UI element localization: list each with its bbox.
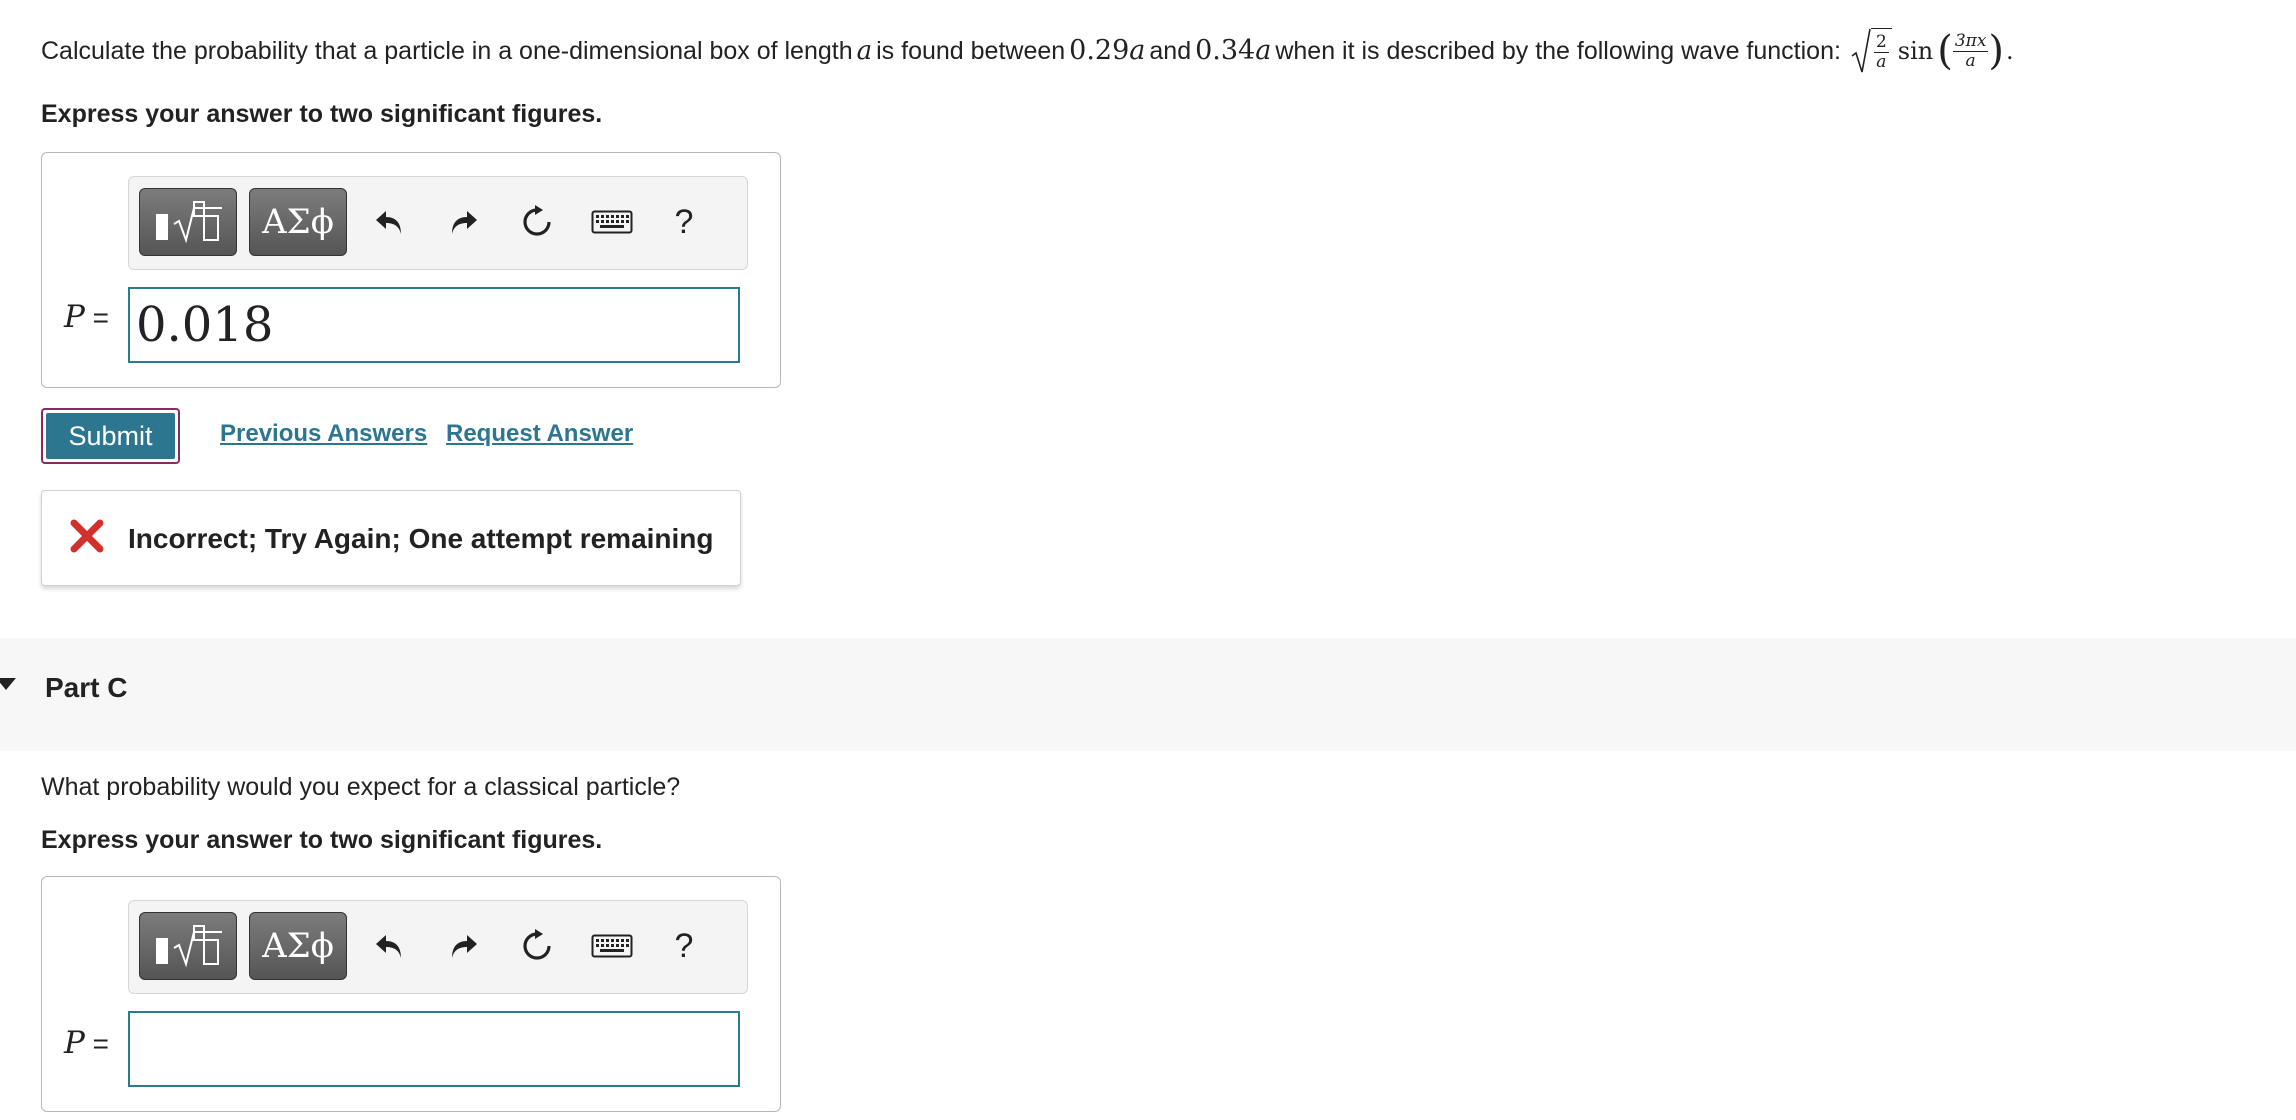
- request-answer-link[interactable]: Request Answer: [446, 420, 633, 448]
- part-c-header[interactable]: Part C: [0, 638, 2296, 751]
- reset-icon[interactable]: [512, 197, 562, 247]
- question-text: Calculate the probability that a particl…: [41, 28, 2014, 74]
- templates-icon: [156, 201, 222, 244]
- help-button[interactable]: ?: [659, 197, 709, 247]
- part-c-question: What probability would you expect for a …: [41, 773, 681, 801]
- sqrt-sign-icon: [1851, 28, 1871, 73]
- submit-button[interactable]: Submit: [41, 408, 180, 464]
- previous-answers-link[interactable]: Previous Answers: [220, 420, 427, 448]
- question-between: is found between: [876, 37, 1066, 65]
- answer-input[interactable]: 0.018: [128, 287, 740, 363]
- math-toolbar: ΑΣϕ ?: [128, 900, 748, 994]
- upper-bound: 0.34a: [1195, 35, 1272, 66]
- feedback-panel: Incorrect; Try Again; One attempt remain…: [41, 490, 741, 586]
- reset-icon[interactable]: [512, 921, 562, 971]
- feedback-message: Incorrect; Try Again; One attempt remain…: [128, 523, 714, 554]
- undo-icon[interactable]: [364, 197, 414, 247]
- question-suffix: when it is described by the following wa…: [1275, 37, 1841, 65]
- question-and: and: [1149, 37, 1192, 65]
- undo-icon[interactable]: [364, 921, 414, 971]
- sin-function: sin: [1897, 37, 1934, 65]
- greek-symbols-button[interactable]: ΑΣϕ: [249, 188, 347, 256]
- sqrt: 2 a: [1851, 28, 1892, 74]
- lower-bound: 0.29a: [1069, 35, 1146, 66]
- part-c-title: Part C: [45, 672, 128, 703]
- part-c-instruction: Express your answer to two significant f…: [41, 826, 603, 854]
- question-prefix: Calculate the probability that a particl…: [41, 37, 853, 65]
- redo-icon[interactable]: [439, 197, 489, 247]
- sin-argument: 3πx a: [1952, 30, 1989, 71]
- var-a: a: [856, 36, 873, 66]
- answer-label: P =: [64, 299, 109, 335]
- help-button[interactable]: ?: [659, 921, 709, 971]
- greek-symbols-button[interactable]: ΑΣϕ: [249, 912, 347, 980]
- incorrect-x-icon: [70, 519, 104, 553]
- answer-panel: ΑΣϕ ? P = 0.018: [41, 152, 781, 388]
- wave-function-formula: 2 a sin ( 3πx a ) .: [1851, 28, 2014, 74]
- sqrt-fraction: 2 a: [1873, 32, 1889, 72]
- answer-label: P =: [64, 1025, 109, 1061]
- keyboard-icon[interactable]: [587, 197, 637, 247]
- math-toolbar: ΑΣϕ ?: [128, 176, 748, 270]
- collapse-caret-icon[interactable]: [0, 678, 16, 690]
- answer-input[interactable]: [128, 1011, 740, 1087]
- instruction-text: Express your answer to two significant f…: [41, 100, 603, 128]
- part-c-answer-panel: ΑΣϕ ? P =: [41, 876, 781, 1112]
- templates-button[interactable]: [139, 912, 237, 980]
- templates-button[interactable]: [139, 188, 237, 256]
- keyboard-icon[interactable]: [587, 921, 637, 971]
- templates-icon: [156, 925, 222, 968]
- redo-icon[interactable]: [439, 921, 489, 971]
